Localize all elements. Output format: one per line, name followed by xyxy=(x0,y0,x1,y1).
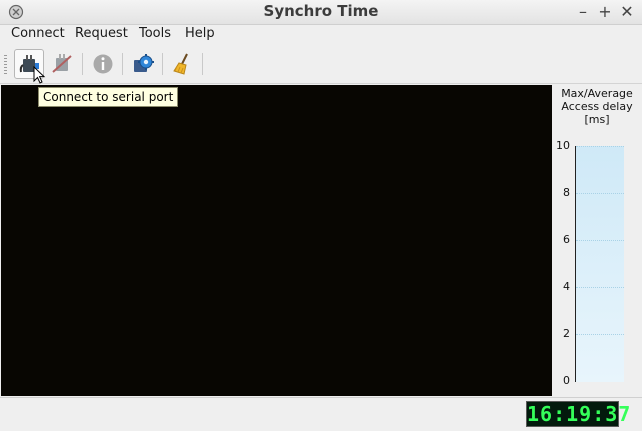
settings-button[interactable] xyxy=(128,49,158,79)
window-title: Synchro Time xyxy=(263,2,379,20)
title-bar: Synchro Time – + ✕ xyxy=(0,0,642,25)
gauge-gridline xyxy=(576,193,624,194)
info-button[interactable] xyxy=(88,49,118,79)
tooltip: Connect to serial port xyxy=(38,87,179,107)
settings-gear-icon xyxy=(134,54,154,72)
close-button[interactable]: ✕ xyxy=(618,2,636,21)
digital-clock: 16:19:37 xyxy=(526,401,632,427)
menu-help[interactable]: Help xyxy=(183,26,217,41)
gauge-gridline xyxy=(576,240,624,241)
gauge-bar xyxy=(575,146,624,382)
toolbar-separator xyxy=(122,53,123,75)
gauge-tick: 10 xyxy=(556,139,570,152)
gauge-tick: 2 xyxy=(563,327,570,340)
gauge-tick: 6 xyxy=(563,233,570,246)
toolbar-separator xyxy=(82,53,83,75)
toolbar-separator xyxy=(162,53,163,75)
toolbar-grip[interactable] xyxy=(4,55,7,75)
menu-request[interactable]: Request xyxy=(73,26,130,41)
info-icon xyxy=(93,54,113,74)
gauge-tick: 0 xyxy=(563,374,570,387)
serial-disconnect-icon xyxy=(52,54,72,73)
menu-bar: Connect Request Tools Help xyxy=(0,25,642,45)
gauge-tick: 8 xyxy=(563,186,570,199)
gauge-gridline xyxy=(576,287,624,288)
gauge-title: Max/Average Access delay [ms] xyxy=(561,87,633,126)
menu-tools[interactable]: Tools xyxy=(137,26,173,41)
gauge-gridline xyxy=(576,146,624,147)
toolbar-separator xyxy=(202,53,203,75)
gauge-gridline xyxy=(576,334,624,335)
maximize-button[interactable]: + xyxy=(596,2,614,21)
toolbar xyxy=(0,45,642,84)
mouse-cursor-icon xyxy=(33,66,46,84)
minimize-button[interactable]: – xyxy=(574,2,592,21)
gauge-tick: 4 xyxy=(563,280,570,293)
clear-button[interactable] xyxy=(168,49,198,79)
broom-clear-icon xyxy=(173,53,188,75)
delay-plot-area[interactable] xyxy=(1,85,552,396)
menu-connect[interactable]: Connect xyxy=(9,26,67,41)
disconnect-button[interactable] xyxy=(47,49,77,79)
